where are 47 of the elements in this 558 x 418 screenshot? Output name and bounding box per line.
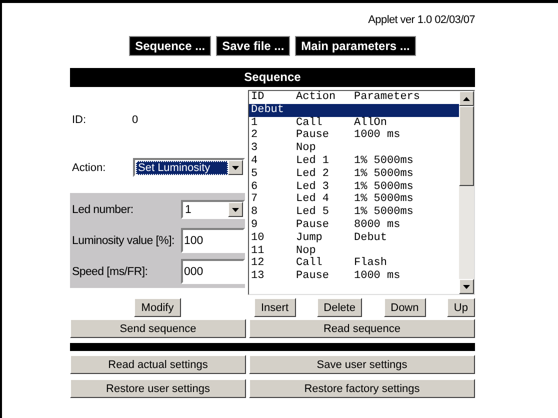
list-row[interactable]: 5 Led 2 1% 5000ms	[249, 168, 459, 181]
scrollbar[interactable]	[459, 91, 474, 294]
list-button[interactable]: Down	[384, 298, 426, 317]
action-label: Action:	[72, 162, 107, 174]
menu-button[interactable]: Save file ...	[216, 36, 290, 56]
list-row[interactable]: 10 Jump Debut	[249, 232, 459, 245]
field-label: Luminosity value [%]:	[72, 234, 176, 246]
list-row[interactable]: 3 Nop	[249, 142, 459, 155]
settings-button[interactable]: Restore user settings	[70, 379, 246, 398]
section-title: Sequence	[70, 68, 475, 87]
list-button[interactable]: Insert	[254, 298, 296, 317]
settings-button[interactable]: Restore factory settings	[249, 379, 475, 398]
settings-button[interactable]: Read actual settings	[70, 355, 246, 374]
sequence-button[interactable]: Read sequence	[249, 319, 475, 338]
menu-button[interactable]: Main parameters ...	[295, 36, 416, 56]
version-label: Applet ver 1.0 02/03/07	[368, 14, 475, 26]
id-value: 0	[132, 114, 138, 126]
list-row[interactable]: 12 Call Flash	[249, 257, 459, 270]
column-header: ID	[251, 91, 266, 104]
list-row[interactable]: 2 Pause 1000 ms	[249, 129, 459, 142]
list-button[interactable]: Up	[446, 298, 475, 317]
id-label: ID:	[72, 114, 88, 126]
scroll-thumb[interactable]	[459, 106, 474, 186]
list-button[interactable]: Delete	[316, 298, 362, 317]
dropdown[interactable]: 1	[181, 200, 245, 219]
list-row[interactable]: 4 Led 1 1% 5000ms	[249, 154, 459, 168]
list-row[interactable]: 11 Nop	[249, 244, 459, 258]
input-field[interactable]: 100	[181, 228, 245, 253]
menu-button[interactable]: Sequence ...	[129, 36, 212, 56]
list-row[interactable]: 6 Led 3 1% 5000ms	[249, 180, 459, 194]
list-row[interactable]: 7 Led 4 1% 5000ms	[249, 193, 459, 206]
column-header: Action	[296, 91, 337, 104]
column-header: Parameters	[354, 91, 422, 104]
list-row[interactable]: 1 Call AllOn	[249, 116, 459, 130]
list-row[interactable]: 8 Led 5 1% 5000ms	[249, 206, 459, 219]
field-label: Speed [ms/FR]:	[72, 266, 149, 278]
settings-button[interactable]: Save user settings	[249, 355, 475, 374]
list-label-row[interactable]: Debut	[249, 104, 459, 117]
dropdown[interactable]: Set Luminosity	[133, 158, 245, 177]
modify-button[interactable]: Modify	[134, 298, 181, 317]
list-row[interactable]: 13 Pause 1000 ms	[249, 270, 459, 283]
list-row[interactable]: 9 Pause 8000 ms	[249, 218, 459, 232]
scroll-down-icon[interactable]	[459, 279, 474, 294]
input-field[interactable]: 000	[181, 259, 245, 284]
sequence-button[interactable]: Send sequence	[70, 319, 246, 338]
field-label: Led number:	[72, 204, 134, 216]
scroll-up-icon[interactable]	[459, 91, 474, 106]
